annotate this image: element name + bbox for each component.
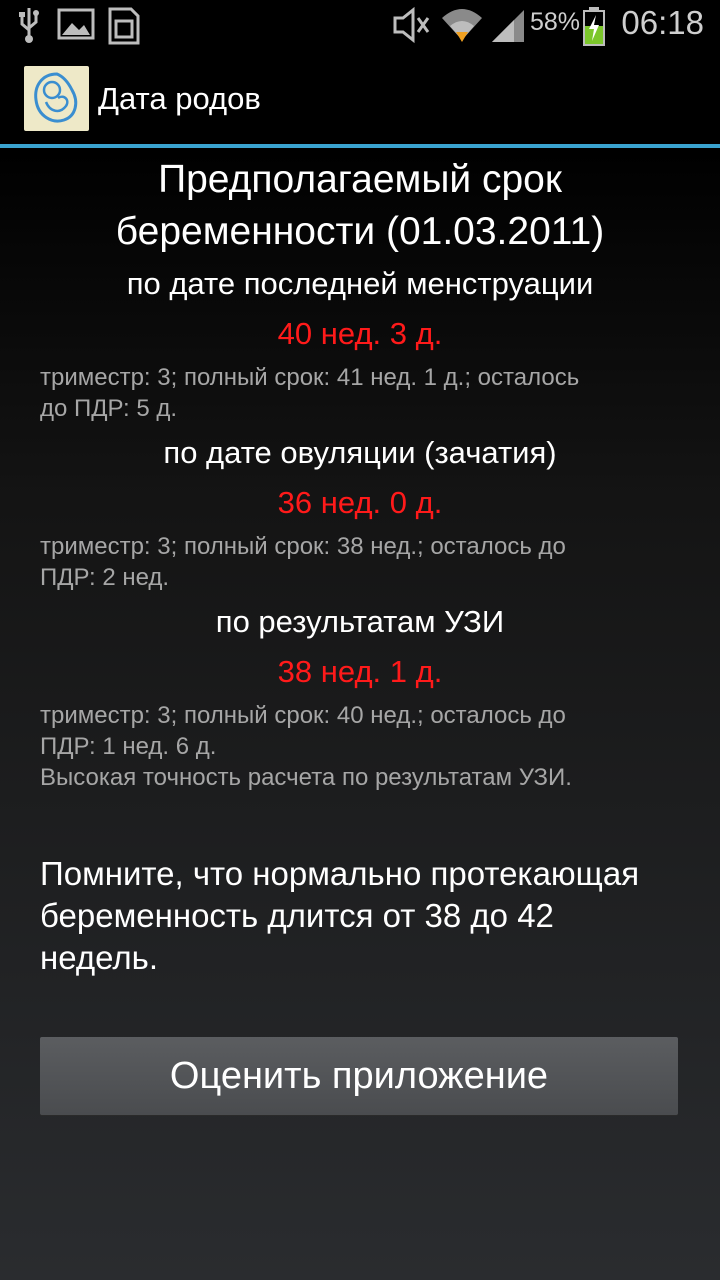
mute-icon <box>392 6 434 49</box>
sim-icon <box>107 6 141 51</box>
section-label-ultrasound: по результатам УЗИ <box>215 604 505 639</box>
note-line: недель. <box>40 939 158 976</box>
action-bar: Дата родов <box>0 50 720 148</box>
app-title: Дата родов <box>98 81 261 116</box>
detail-line: триместр: 3; полный срок: 41 нед. 1 д.; … <box>40 364 580 391</box>
detail-line: Высокая точность расчета по результатам … <box>40 764 572 791</box>
detail-line: ПДР: 2 нед. <box>40 564 170 591</box>
action-bar-divider <box>0 144 720 148</box>
signal-icon <box>490 6 526 49</box>
section-value-ultrasound: 38 нед. 1 д. <box>277 654 443 689</box>
detail-line: триместр: 3; полный срок: 40 нед.; остал… <box>40 702 566 729</box>
detail-line: ПДР: 1 нед. 6 д. <box>40 733 217 760</box>
page-title-line2: беременности (01.03.2011) <box>115 210 605 253</box>
section-details-ovulation: триместр: 3; полный срок: 38 нед.; остал… <box>40 531 700 593</box>
rate-app-button[interactable]: Оценить приложение <box>40 1037 678 1115</box>
usb-icon <box>14 6 44 49</box>
note-line: беременность длится от 38 до 42 <box>40 897 554 934</box>
note-line: Помните, что нормально протекающая <box>40 855 640 892</box>
detail-line: триместр: 3; полный срок: 38 нед.; остал… <box>40 533 566 560</box>
detail-line: до ПДР: 5 д. <box>40 395 178 422</box>
section-label-ovulation: по дате овуляции (зачатия) <box>163 435 557 470</box>
pregnancy-duration-note: Помните, что нормально протекающая берем… <box>40 853 710 979</box>
section-value-ovulation: 36 нед. 0 д. <box>277 485 443 520</box>
section-details-lmp: триместр: 3; полный срок: 41 нед. 1 д.; … <box>40 362 700 424</box>
clock: 06:18 <box>621 4 704 41</box>
section-details-ultrasound: триместр: 3; полный срок: 40 нед.; остал… <box>40 700 700 793</box>
battery-percent: 58% <box>530 8 581 36</box>
image-icon <box>57 6 95 47</box>
section-value-lmp: 40 нед. 3 д. <box>277 316 443 351</box>
fetus-app-icon[interactable] <box>24 66 89 131</box>
battery-charging-icon <box>582 6 606 51</box>
section-label-lmp: по дате последней менструации <box>126 266 594 301</box>
page-title-line1: Предполагаемый срок <box>158 158 562 201</box>
wifi-icon <box>440 6 484 49</box>
status-bar: 58% 06:18 <box>0 0 720 50</box>
